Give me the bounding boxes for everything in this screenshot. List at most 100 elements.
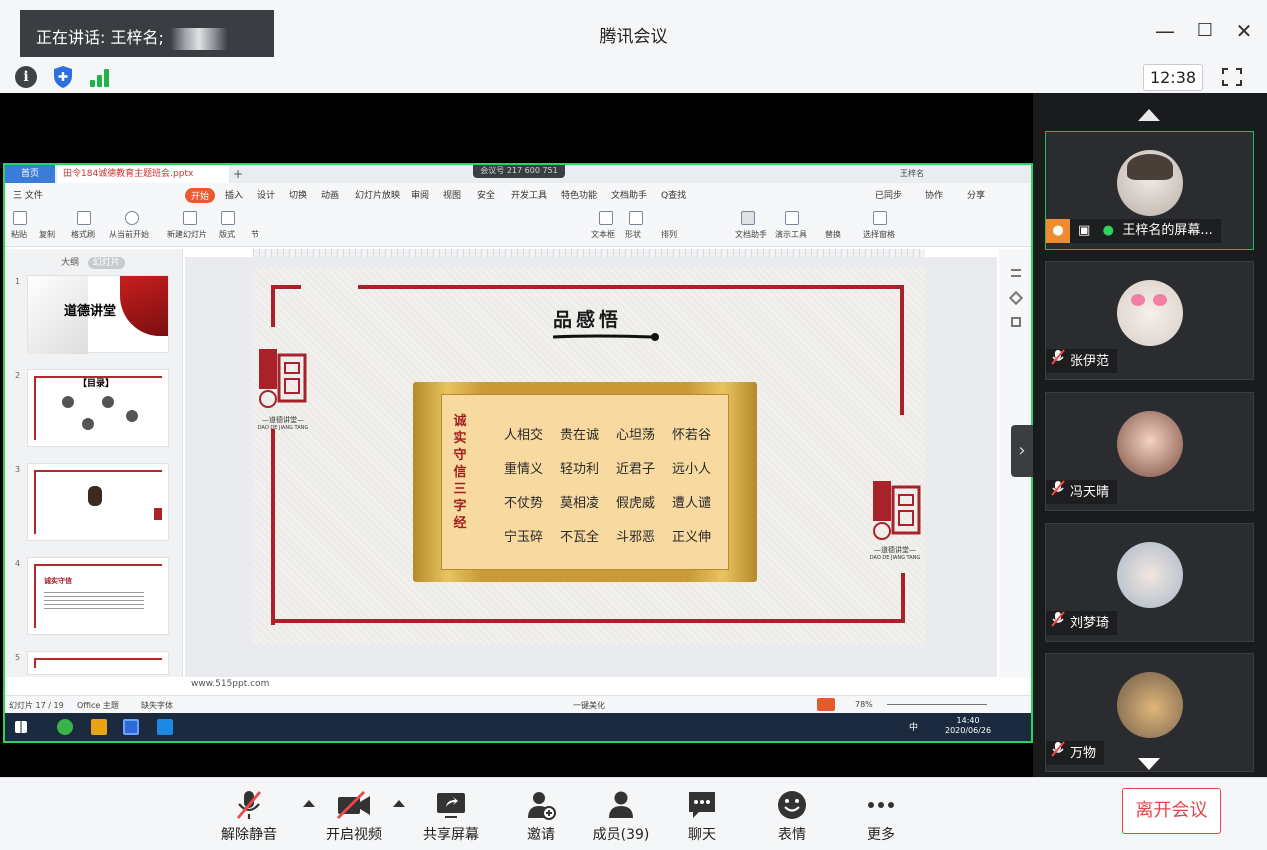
thumb-number: 2 bbox=[15, 371, 21, 380]
slide-thumbnail[interactable] bbox=[27, 651, 169, 675]
properties-icon[interactable] bbox=[1011, 269, 1021, 277]
participant-tile[interactable]: 万物 bbox=[1045, 653, 1254, 772]
ribbon-replace[interactable]: 替换 bbox=[825, 229, 841, 240]
textbox-icon[interactable] bbox=[599, 211, 613, 225]
menu-security[interactable]: 安全 bbox=[477, 188, 495, 201]
avatar bbox=[1117, 411, 1183, 477]
shape-icon[interactable] bbox=[629, 211, 643, 225]
meeting-app-icon[interactable] bbox=[157, 719, 173, 735]
slideshow-play-icon[interactable] bbox=[817, 698, 835, 711]
windows-taskbar: 14:40 2020/06/26 中 bbox=[5, 713, 1031, 741]
current-slide[interactable]: 品感悟 —道德讲堂— DAO DE JIANG TANG —道德讲堂— DAO … bbox=[253, 267, 925, 645]
copy-style-icon[interactable] bbox=[1011, 317, 1021, 327]
wps-document-tab[interactable]: 田令184诚德教育主题班会.pptx bbox=[57, 165, 229, 183]
menu-review[interactable]: 审阅 bbox=[411, 188, 429, 201]
menu-insert[interactable]: 插入 bbox=[225, 188, 243, 201]
ribbon-format-painter[interactable]: 格式刷 bbox=[71, 229, 95, 240]
scroll-up-icon[interactable] bbox=[1138, 109, 1160, 121]
ribbon-present-tools[interactable]: 演示工具 bbox=[775, 229, 807, 240]
ribbon-doc-assistant[interactable]: 文档助手 bbox=[735, 229, 767, 240]
menu-features[interactable]: 特色功能 bbox=[561, 188, 597, 201]
ribbon-shape[interactable]: 形状 bbox=[625, 229, 641, 240]
menu-share[interactable]: 分享 bbox=[967, 188, 985, 201]
slide-thumbnail[interactable]: 道德讲堂 bbox=[27, 275, 169, 354]
members-button[interactable]: 成员(39) bbox=[581, 788, 661, 844]
leave-meeting-button[interactable]: 离开会议 bbox=[1122, 788, 1221, 834]
menu-design[interactable]: 设计 bbox=[257, 188, 275, 201]
format-painter-icon[interactable] bbox=[77, 211, 91, 225]
thumb-number: 5 bbox=[15, 653, 21, 662]
collapse-panel-button[interactable]: › bbox=[1011, 425, 1033, 477]
menu-devtools[interactable]: 开发工具 bbox=[511, 188, 547, 201]
new-slide-icon[interactable] bbox=[183, 211, 197, 225]
video-options-caret[interactable] bbox=[393, 800, 405, 807]
fullscreen-icon[interactable] bbox=[1222, 68, 1242, 86]
app-icon[interactable] bbox=[57, 719, 73, 735]
chat-button[interactable]: 聊天 bbox=[662, 788, 742, 844]
reactions-button[interactable]: 表情 bbox=[752, 788, 832, 844]
menu-file[interactable]: 三 文件 bbox=[13, 188, 43, 201]
verse-phrase: 轻功利 bbox=[560, 462, 600, 477]
maximize-button[interactable]: ☐ bbox=[1193, 18, 1217, 44]
zoom-slider[interactable] bbox=[887, 704, 987, 705]
outline-tab[interactable]: 大纲 bbox=[61, 258, 79, 268]
ribbon-arrange[interactable]: 排列 bbox=[661, 229, 677, 240]
more-button[interactable]: 更多 bbox=[841, 788, 921, 844]
menu-slideshow[interactable]: 幻灯片放映 bbox=[355, 188, 400, 201]
invite-button[interactable]: 邀请 bbox=[501, 788, 581, 844]
slide-thumbnail[interactable]: 【目录】 bbox=[27, 369, 169, 447]
present-tools-icon[interactable] bbox=[785, 211, 799, 225]
ribbon-copy[interactable]: 复制 bbox=[39, 229, 55, 240]
ribbon-paste[interactable]: 粘贴 bbox=[11, 229, 27, 240]
menu-collab[interactable]: 协作 bbox=[925, 188, 943, 201]
ribbon-from-current[interactable]: 从当前开始 bbox=[109, 229, 149, 240]
wps-home-tab[interactable]: 首页 bbox=[5, 165, 55, 183]
seal-pinyin: DAO DE JIANG TANG bbox=[257, 425, 309, 431]
ime-indicator[interactable]: 中 bbox=[909, 720, 918, 733]
menu-doc-assistant[interactable]: 文档助手 bbox=[611, 188, 647, 201]
doc-assistant-icon[interactable] bbox=[741, 211, 755, 225]
play-icon[interactable] bbox=[125, 211, 139, 225]
layout-icon[interactable] bbox=[221, 211, 235, 225]
menu-animation[interactable]: 动画 bbox=[321, 188, 339, 201]
missing-font[interactable]: 缺失字体 bbox=[141, 700, 173, 711]
verse-phrase: 近君子 bbox=[616, 462, 656, 477]
participant-tile[interactable]: 张伊范 bbox=[1045, 261, 1254, 380]
ribbon-section[interactable]: 节 bbox=[251, 229, 259, 240]
members-label: 成员(39) bbox=[592, 827, 650, 843]
menu-view[interactable]: 视图 bbox=[443, 188, 461, 201]
wps-app-icon[interactable] bbox=[123, 719, 139, 735]
menu-synced[interactable]: 已同步 bbox=[875, 188, 902, 201]
shared-screen-stage: 首页 田令184诚德教育主题班会.pptx + 会议号 217 600 751 … bbox=[0, 93, 1033, 777]
menu-find[interactable]: Q查找 bbox=[661, 188, 686, 201]
info-icon[interactable]: i bbox=[15, 66, 37, 88]
select-pane-icon[interactable] bbox=[873, 211, 887, 225]
verse-phrase: 不仗势 bbox=[504, 496, 544, 511]
app-icon[interactable] bbox=[91, 719, 107, 735]
menu-start[interactable]: 开始 bbox=[185, 188, 216, 203]
paste-icon[interactable] bbox=[13, 211, 27, 225]
participant-tile[interactable]: 刘梦琦 bbox=[1045, 523, 1254, 642]
unmute-button[interactable]: 解除静音 bbox=[209, 788, 289, 844]
shape-style-icon[interactable] bbox=[1008, 290, 1024, 306]
shield-icon[interactable] bbox=[53, 65, 73, 89]
share-screen-button[interactable]: 共享屏幕 bbox=[411, 788, 491, 844]
slide-thumbnail[interactable] bbox=[27, 463, 169, 541]
participant-tile[interactable]: 冯天晴 bbox=[1045, 392, 1254, 511]
slides-tab[interactable]: 幻灯片 bbox=[87, 257, 125, 269]
ribbon-select-pane[interactable]: 选择窗格 bbox=[863, 229, 895, 240]
beautify-button[interactable]: 一键美化 bbox=[573, 700, 605, 711]
scroll-down-icon[interactable] bbox=[1138, 758, 1160, 770]
new-tab-icon[interactable]: + bbox=[233, 165, 243, 183]
participant-tile[interactable]: ● ▣ ● 王梓名的屏幕... bbox=[1045, 131, 1254, 250]
ribbon-textbox[interactable]: 文本框 bbox=[591, 229, 615, 240]
slide-thumbnail[interactable]: 诚实守信 bbox=[27, 557, 169, 635]
windows-start-icon[interactable] bbox=[15, 721, 27, 733]
close-button[interactable]: ✕ bbox=[1232, 18, 1256, 44]
ribbon-layout[interactable]: 版式 bbox=[219, 229, 235, 240]
start-video-button[interactable]: 开启视频 bbox=[314, 788, 394, 844]
signal-icon[interactable] bbox=[90, 67, 112, 87]
ribbon-new-slide[interactable]: 新建幻灯片 bbox=[167, 229, 207, 240]
minimize-button[interactable]: — bbox=[1153, 18, 1177, 44]
menu-transition[interactable]: 切换 bbox=[289, 188, 307, 201]
